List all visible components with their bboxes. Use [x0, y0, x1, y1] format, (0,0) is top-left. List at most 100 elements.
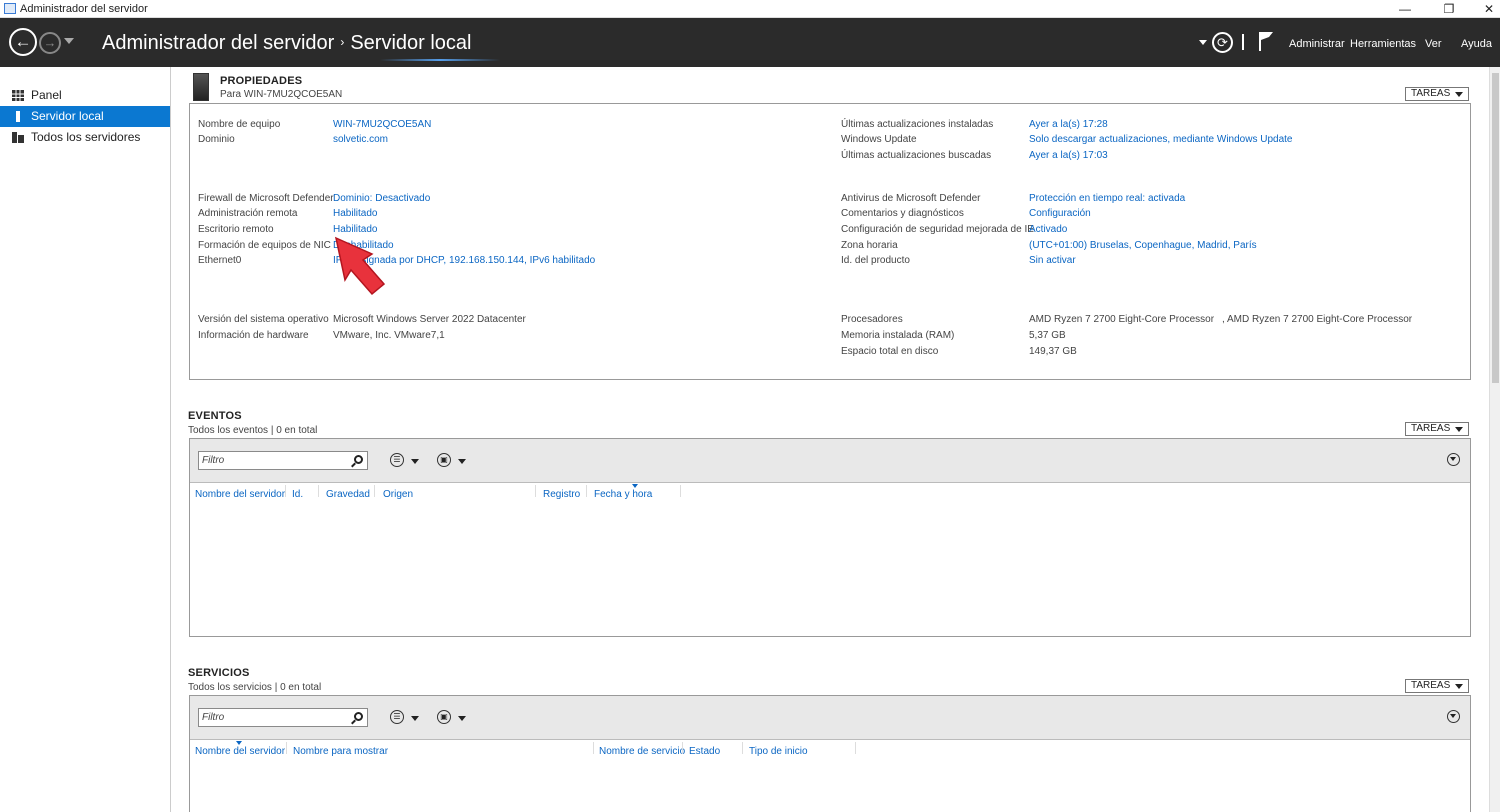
sidebar-item-servidor-local[interactable]: Servidor local	[0, 106, 170, 127]
column-header[interactable]: Registro	[543, 489, 580, 500]
chevron-down-icon[interactable]	[458, 459, 466, 464]
services-filter-input[interactable]: Filtro	[198, 708, 368, 727]
menu-ver[interactable]: Ver	[1425, 38, 1442, 50]
column-header[interactable]: Id.	[292, 489, 303, 500]
prop-value-remote-management[interactable]: Habilitado	[333, 208, 377, 219]
prop-value-last-checked[interactable]: Ayer a la(s) 17:03	[1029, 150, 1108, 161]
chevron-down-icon	[1455, 427, 1463, 432]
column-divider	[535, 485, 536, 497]
column-header[interactable]: Fecha y hora	[594, 489, 652, 500]
prop-label: Memoria instalada (RAM)	[841, 330, 955, 341]
prop-value-ie-security[interactable]: Activado	[1029, 224, 1067, 235]
header-dropdown-icon[interactable]	[1199, 40, 1207, 45]
save-query-icon[interactable]: ▣	[437, 710, 451, 724]
column-divider	[374, 485, 375, 497]
search-icon[interactable]	[354, 455, 363, 464]
prop-value-firewall[interactable]: Dominio: Desactivado	[333, 193, 430, 204]
list-options-icon[interactable]: ☰	[390, 453, 404, 467]
prop-label: Dominio	[198, 134, 235, 145]
column-divider	[586, 485, 587, 497]
prop-label: Últimas actualizaciones buscadas	[841, 150, 992, 161]
chevron-down-icon[interactable]	[458, 716, 466, 721]
prop-label: Información de hardware	[198, 330, 309, 341]
breadcrumb-app[interactable]: Administrador del servidor	[102, 32, 334, 54]
sort-indicator-icon	[632, 484, 638, 488]
column-header[interactable]: Nombre del servidor	[195, 489, 285, 500]
chevron-down-icon[interactable]	[411, 716, 419, 721]
services-subtitle: Todos los servicios | 0 en total	[188, 682, 322, 693]
prop-value-feedback[interactable]: Configuración	[1029, 208, 1091, 219]
app-icon	[4, 3, 16, 14]
restore-button[interactable]: ❐	[1438, 1, 1460, 17]
events-filter-input[interactable]: Filtro	[198, 451, 368, 470]
sidebar-item-todos-los-servidores[interactable]: Todos los servidores	[0, 127, 170, 148]
menu-ayuda[interactable]: Ayuda	[1461, 38, 1492, 50]
refresh-icon[interactable]: ⟳	[1212, 32, 1233, 53]
servers-icon	[12, 132, 24, 143]
save-query-icon[interactable]: ▣	[437, 453, 451, 467]
sidebar-item-label: Todos los servidores	[31, 130, 141, 144]
list-options-icon[interactable]: ☰	[390, 710, 404, 724]
column-header[interactable]: Origen	[383, 489, 413, 500]
notifications-flag-icon[interactable]	[1258, 31, 1274, 51]
menu-herramientas[interactable]: Herramientas	[1350, 38, 1416, 50]
column-divider	[682, 742, 683, 754]
column-header[interactable]: Estado	[689, 746, 720, 757]
column-header[interactable]: Tipo de inicio	[749, 746, 808, 757]
prop-value-ram: 5,37 GB	[1029, 330, 1066, 341]
expand-panel-icon[interactable]	[1447, 453, 1460, 466]
column-divider	[855, 742, 856, 754]
prop-value-antivirus[interactable]: Protección en tiempo real: activada	[1029, 193, 1185, 204]
scrollbar-thumb[interactable]	[1492, 73, 1499, 383]
services-tasks-button[interactable]: TAREAS	[1405, 679, 1469, 693]
prop-value-computer-name[interactable]: WIN-7MU2QCOE5AN	[333, 119, 431, 130]
prop-label: Escritorio remoto	[198, 224, 274, 235]
prop-value-domain[interactable]: solvetic.com	[333, 134, 388, 145]
properties-tasks-button[interactable]: TAREAS	[1405, 87, 1469, 101]
search-icon[interactable]	[354, 712, 363, 721]
prop-value-disk: 149,37 GB	[1029, 346, 1077, 357]
prop-label: Windows Update	[841, 134, 917, 145]
sort-indicator-icon	[236, 741, 242, 745]
column-header[interactable]: Gravedad	[326, 489, 370, 500]
column-header[interactable]: Nombre para mostrar	[293, 746, 388, 757]
forward-arrow-icon[interactable]: →	[39, 32, 61, 54]
chevron-down-icon	[1455, 92, 1463, 97]
prop-label: Firewall de Microsoft Defender	[198, 193, 334, 204]
services-toolbar: Filtro ☰ ▣	[190, 696, 1470, 740]
column-divider	[285, 485, 286, 497]
history-dropdown-icon[interactable]	[64, 38, 74, 44]
window-title-bar: Administrador del servidor — ❐ ✕	[0, 0, 1500, 18]
events-tasks-button[interactable]: TAREAS	[1405, 422, 1469, 436]
sidebar-item-label: Servidor local	[31, 109, 104, 123]
menu-administrar[interactable]: Administrar	[1289, 38, 1345, 50]
breadcrumb: Administrador del servidor › Servidor loca…	[102, 32, 472, 55]
breadcrumb-separator: ›	[340, 35, 345, 49]
prop-label: Procesadores	[841, 314, 903, 325]
back-arrow-icon[interactable]: ←	[9, 28, 37, 56]
chevron-down-icon[interactable]	[411, 459, 419, 464]
prop-value-last-installed[interactable]: Ayer a la(s) 17:28	[1029, 119, 1108, 130]
sidebar-item-panel[interactable]: Panel	[0, 85, 170, 106]
column-header[interactable]: Nombre de servicio	[599, 746, 685, 757]
prop-value-timezone[interactable]: (UTC+01:00) Bruselas, Copenhague, Madrid…	[1029, 240, 1257, 251]
sidebar: Panel Servidor local Todos los servidore…	[0, 67, 171, 812]
prop-value-product-id[interactable]: Sin activar	[1029, 255, 1076, 266]
prop-label: Administración remota	[198, 208, 298, 219]
minimize-button[interactable]: —	[1394, 1, 1416, 17]
vertical-scrollbar[interactable]	[1489, 67, 1500, 812]
column-divider	[286, 742, 287, 754]
prop-label: Configuración de seguridad mejorada de I…	[841, 224, 1034, 235]
column-header[interactable]: Nombre del servidor	[195, 746, 285, 757]
prop-value-processors: AMD Ryzen 7 2700 Eight-Core Processor	[1029, 314, 1215, 325]
tasks-label: TAREAS	[1411, 680, 1451, 691]
prop-value-windows-update[interactable]: Solo descargar actualizaciones, mediante…	[1029, 134, 1292, 145]
events-heading: EVENTOS	[188, 410, 242, 422]
annotation-arrow-icon	[334, 236, 386, 296]
window-title: Administrador del servidor	[20, 3, 148, 15]
expand-panel-icon[interactable]	[1447, 710, 1460, 723]
prop-value-remote-desktop[interactable]: Habilitado	[333, 224, 377, 235]
close-button[interactable]: ✕	[1478, 1, 1500, 17]
tasks-label: TAREAS	[1411, 423, 1451, 434]
prop-value-hardware: VMware, Inc. VMware7,1	[333, 330, 445, 341]
